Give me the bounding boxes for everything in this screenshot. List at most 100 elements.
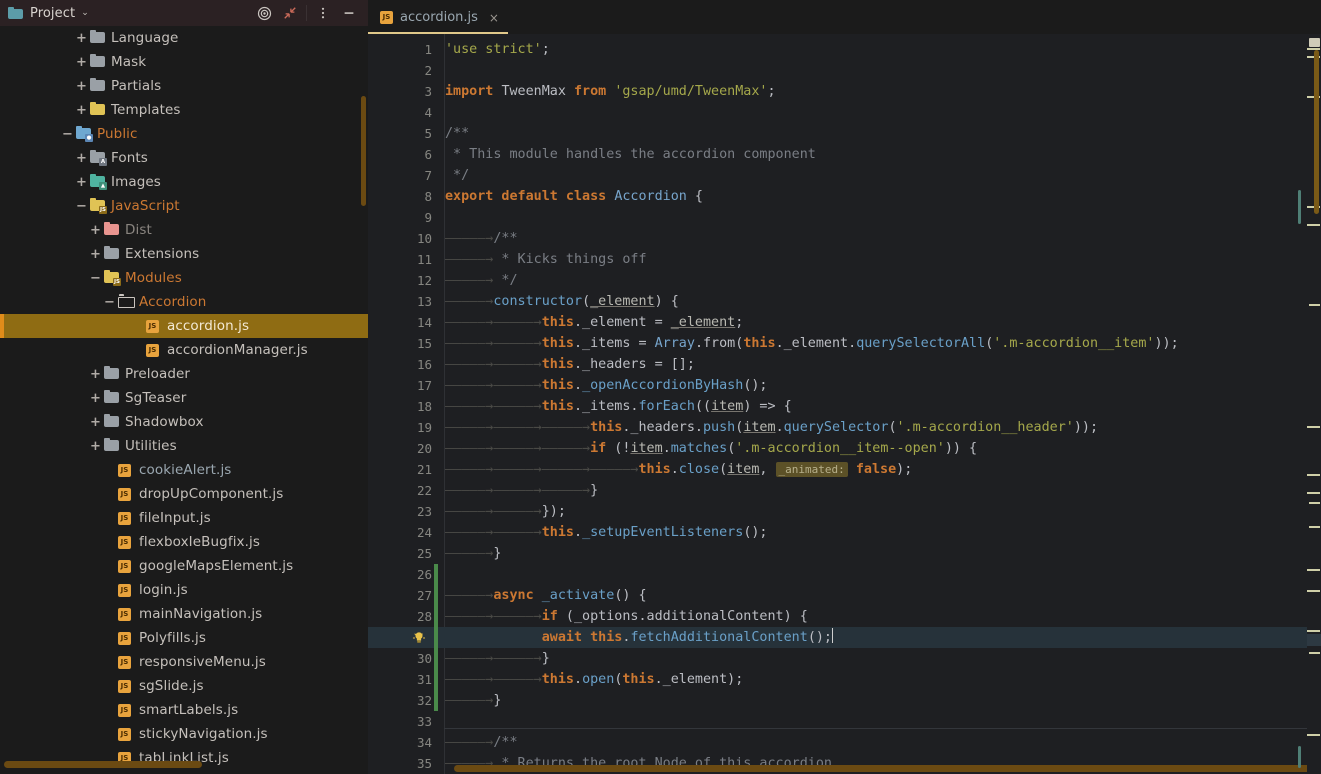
tree-item[interactable]: −JSModules [0, 266, 368, 290]
tree-toggle-icon[interactable]: + [76, 56, 87, 69]
tree-item[interactable]: +Shadowbox [0, 410, 368, 434]
tree-toggle-icon[interactable]: + [76, 80, 87, 93]
scroll-from-source-icon[interactable] [251, 0, 277, 26]
code-line[interactable]: —————→—————→this._setupEventListeners(); [444, 522, 768, 543]
editor-horizontal-scrollbar[interactable] [454, 765, 1319, 772]
code-line[interactable] [444, 564, 445, 585]
stripe-marker[interactable] [1309, 652, 1320, 654]
code-line[interactable]: export default class Accordion { [444, 186, 703, 207]
tree-item[interactable]: +Extensions [0, 242, 368, 266]
stripe-marker[interactable] [1307, 590, 1320, 592]
tree-item[interactable]: +AFonts [0, 146, 368, 170]
stripe-marker[interactable] [1307, 734, 1320, 736]
tree-toggle-icon[interactable]: − [90, 272, 101, 285]
code-line[interactable]: —————→—————→this._items = Array.from(thi… [444, 333, 1179, 354]
code-line[interactable]: await this.fetchAdditionalContent(); [444, 627, 833, 648]
stripe-marker[interactable] [1307, 569, 1320, 571]
tree-toggle-icon[interactable]: + [90, 392, 101, 405]
tree-item[interactable]: +Partials [0, 74, 368, 98]
stripe-marker[interactable] [1309, 304, 1320, 306]
code-line[interactable]: —————→—————→} [444, 648, 550, 669]
stripe-marker[interactable] [1309, 526, 1320, 528]
stripe-marker[interactable] [1309, 502, 1320, 504]
stripe-marker[interactable] [1307, 426, 1320, 428]
code-line[interactable]: 'use strict'; [444, 39, 550, 60]
tree-item[interactable]: JSfileInput.js [0, 506, 368, 530]
code-line[interactable]: —————→} [444, 690, 501, 711]
tree-toggle-icon[interactable]: + [76, 104, 87, 117]
tree-toggle-icon[interactable]: + [90, 416, 101, 429]
project-tree[interactable]: +Language+Mask+Partials+Templates−●Publi… [0, 26, 368, 774]
tree-toggle-icon[interactable]: + [90, 248, 101, 261]
tree-item[interactable]: JSmainNavigation.js [0, 602, 368, 626]
error-stripe-scrollbar[interactable] [1307, 34, 1321, 774]
tree-item[interactable]: −JSJavaScript [0, 194, 368, 218]
code-line[interactable]: —————→—————→if (_options.additionalConte… [444, 606, 808, 627]
more-options-icon[interactable] [310, 0, 336, 26]
code-lines[interactable]: 'use strict'; import TweenMax from 'gsap/… [444, 34, 1321, 774]
tree-toggle-icon[interactable]: + [90, 224, 101, 237]
tree-item[interactable]: JSsmartLabels.js [0, 698, 368, 722]
code-line[interactable]: import TweenMax from 'gsap/umd/TweenMax'… [444, 81, 776, 102]
tree-item[interactable]: +Language [0, 26, 368, 50]
code-line[interactable]: —————→—————→this.open(this._element); [444, 669, 743, 690]
code-line[interactable]: —————→—————→this._element = _element; [444, 312, 743, 333]
stripe-marker[interactable] [1307, 474, 1320, 476]
code-line[interactable]: —————→ * Kicks things off [444, 249, 647, 270]
tree-item[interactable]: +Utilities [0, 434, 368, 458]
tree-item[interactable]: +Mask [0, 50, 368, 74]
tree-item[interactable]: +Templates [0, 98, 368, 122]
hide-panel-icon[interactable] [336, 0, 362, 26]
code-line[interactable]: —————→/** [444, 228, 518, 249]
tree-toggle-icon[interactable]: − [76, 200, 87, 213]
collapse-all-icon[interactable] [277, 0, 303, 26]
code-line[interactable]: —————→—————→—————→this._headers.push(ite… [444, 417, 1098, 438]
code-line[interactable]: —————→—————→—————→} [444, 480, 598, 501]
tree-item[interactable]: +Dist [0, 218, 368, 242]
code-line[interactable]: —————→constructor(_element) { [444, 291, 679, 312]
tree-toggle-icon[interactable]: + [90, 368, 101, 381]
code-line[interactable]: —————→} [444, 543, 501, 564]
code-line[interactable] [444, 102, 445, 123]
vcs-change-marker[interactable] [434, 564, 438, 711]
panel-horizontal-scrollbar[interactable] [4, 761, 202, 768]
code-line[interactable]: —————→—————→this._openAccordionByHash(); [444, 375, 768, 396]
code-area[interactable]: 1234567891011121314151617181920212223242… [368, 34, 1321, 774]
code-line[interactable]: —————→ */ [444, 270, 518, 291]
tree-item[interactable]: −Accordion [0, 290, 368, 314]
chevron-down-icon[interactable]: ⌄ [81, 9, 89, 18]
tree-toggle-icon[interactable]: + [76, 176, 87, 189]
editor-tab-accordion-js[interactable]: JS accordion.js × [368, 1, 508, 34]
tree-item[interactable]: JSsgSlide.js [0, 674, 368, 698]
tree-item[interactable]: JSstickyNavigation.js [0, 722, 368, 746]
tree-item[interactable]: JSlogin.js [0, 578, 368, 602]
tree-item-selected[interactable]: JSaccordion.js [0, 314, 368, 338]
tree-toggle-icon[interactable]: + [76, 32, 87, 45]
stripe-marker[interactable] [1307, 224, 1320, 226]
panel-vertical-scrollbar[interactable] [361, 96, 366, 206]
editor-vertical-scrollbar[interactable] [1314, 50, 1319, 214]
intention-bulb-icon[interactable] [412, 630, 426, 644]
code-line[interactable]: */ [444, 165, 469, 186]
code-line[interactable]: /** [444, 123, 469, 144]
code-line[interactable]: —————→/** [444, 732, 518, 753]
stripe-marker[interactable] [1307, 492, 1320, 494]
code-line[interactable]: —————→—————→}); [444, 501, 566, 522]
tree-toggle-icon[interactable]: + [76, 152, 87, 165]
tree-toggle-icon[interactable]: + [90, 440, 101, 453]
tree-item[interactable]: JSflexboxIeBugfix.js [0, 530, 368, 554]
tree-item[interactable]: JSPolyfills.js [0, 626, 368, 650]
tree-item[interactable]: +▲Images [0, 170, 368, 194]
code-line[interactable]: —————→async _activate() { [444, 585, 647, 606]
tree-toggle-icon[interactable]: − [104, 296, 115, 309]
tree-item[interactable]: −●Public [0, 122, 368, 146]
code-line[interactable]: —————→—————→this._headers = []; [444, 354, 695, 375]
tree-item[interactable]: JSresponsiveMenu.js [0, 650, 368, 674]
code-line[interactable]: —————→—————→—————→if (!item.matches('.m-… [444, 438, 977, 459]
tree-item[interactable]: JSdropUpComponent.js [0, 482, 368, 506]
tree-item[interactable]: JSaccordionManager.js [0, 338, 368, 362]
stripe-marker[interactable] [1307, 630, 1320, 632]
tree-item[interactable]: +Preloader [0, 362, 368, 386]
close-icon[interactable]: × [489, 12, 499, 24]
tree-item[interactable]: +SgTeaser [0, 386, 368, 410]
